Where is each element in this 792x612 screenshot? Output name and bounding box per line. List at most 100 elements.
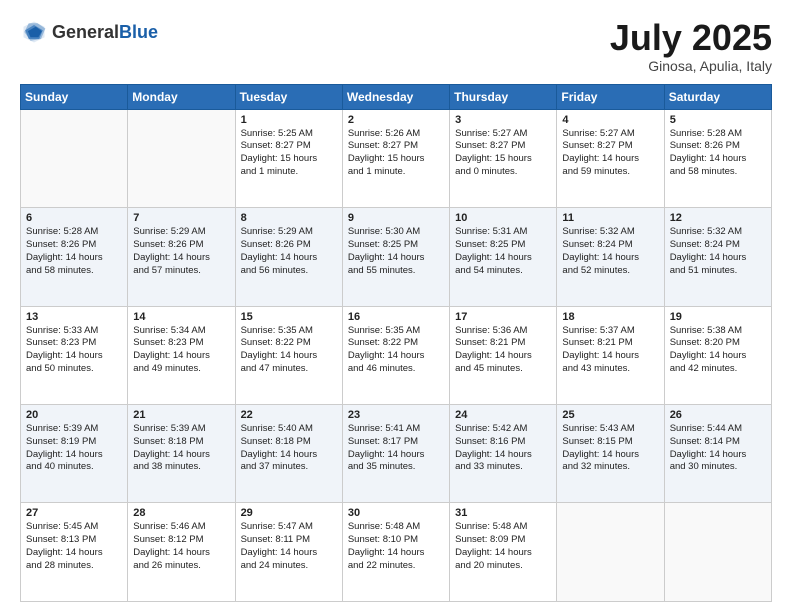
daylight-text: Daylight: 15 hours: [455, 153, 551, 166]
day-number: 18: [562, 311, 658, 323]
table-row: 20Sunrise: 5:39 AMSunset: 8:19 PMDayligh…: [21, 405, 128, 503]
daylight-text: Daylight: 14 hours: [670, 449, 766, 462]
daylight-text: Daylight: 14 hours: [455, 449, 551, 462]
day-number: 30: [348, 507, 444, 519]
table-row: 19Sunrise: 5:38 AMSunset: 8:20 PMDayligh…: [664, 306, 771, 404]
sunrise-text: Sunrise: 5:40 AM: [241, 423, 337, 436]
table-row: 21Sunrise: 5:39 AMSunset: 8:18 PMDayligh…: [128, 405, 235, 503]
calendar-week-row: 27 Sunrise: 5:45 AMSunset: 8:13 PM Dayligh…: [21, 503, 772, 602]
daylight-text: Daylight: 14 hours: [348, 449, 444, 462]
sunset-text: Sunset: 8:13 PM: [26, 534, 122, 547]
day-number: 7: [133, 212, 229, 224]
sunset-text: Sunset: 8:20 PM: [670, 337, 766, 350]
day-number: 16: [348, 311, 444, 323]
day-number: 19: [670, 311, 766, 323]
calendar-week-row: 20Sunrise: 5:39 AMSunset: 8:19 PMDayligh…: [21, 405, 772, 503]
table-row: 22Sunrise: 5:40 AMSunset: 8:18 PMDayligh…: [235, 405, 342, 503]
daylight-text-2: and 47 minutes.: [241, 363, 337, 376]
logo: GeneralBlue: [20, 18, 158, 46]
day-number: 20: [26, 409, 122, 421]
day-number: 2: [348, 114, 444, 126]
sunset-text: Sunset: 8:26 PM: [133, 239, 229, 252]
daylight-text: Daylight: 15 hours: [241, 153, 337, 166]
daylight-text-2: and 28 minutes.: [26, 560, 122, 573]
table-row: [21, 109, 128, 207]
page: GeneralBlue July 2025 Ginosa, Apulia, It…: [0, 0, 792, 612]
daylight-text: Daylight: 14 hours: [455, 252, 551, 265]
daylight-text-2: and 56 minutes.: [241, 265, 337, 278]
table-row: 24Sunrise: 5:42 AMSunset: 8:16 PMDayligh…: [450, 405, 557, 503]
sunset-text: Sunset: 8:15 PM: [562, 436, 658, 449]
table-row: 6Sunrise: 5:28 AMSunset: 8:26 PMDaylight…: [21, 208, 128, 306]
sunrise-text: Sunrise: 5:29 AM: [241, 226, 337, 239]
daylight-text-2: and 24 minutes.: [241, 560, 337, 573]
day-number: 26: [670, 409, 766, 421]
daylight-text: Daylight: 14 hours: [133, 547, 229, 560]
daylight-text-2: and 50 minutes.: [26, 363, 122, 376]
table-row: 30Sunrise: 5:48 AMSunset: 8:10 PMDayligh…: [342, 503, 449, 602]
daylight-text-2: and 58 minutes.: [26, 265, 122, 278]
daylight-text: Daylight: 14 hours: [455, 547, 551, 560]
daylight-text-2: and 42 minutes.: [670, 363, 766, 376]
col-monday: Monday: [128, 84, 235, 109]
daylight-text: Daylight: 14 hours: [562, 252, 658, 265]
sunset-text: Sunset: 8:26 PM: [26, 239, 122, 252]
daylight-text-2: and 59 minutes.: [562, 166, 658, 179]
sunset-text: Sunset: 8:22 PM: [348, 337, 444, 350]
day-number: 9: [348, 212, 444, 224]
table-row: 2Sunrise: 5:26 AMSunset: 8:27 PMDaylight…: [342, 109, 449, 207]
sunrise-text: Sunrise: 5:42 AM: [455, 423, 551, 436]
daylight-text: Daylight: 14 hours: [562, 350, 658, 363]
table-row: 25Sunrise: 5:43 AMSunset: 8:15 PMDayligh…: [557, 405, 664, 503]
logo-icon: [20, 18, 48, 46]
col-sunday: Sunday: [21, 84, 128, 109]
sunrise-text: Sunrise: 5:36 AM: [455, 325, 551, 338]
day-number: 8: [241, 212, 337, 224]
table-row: 16 Sunrise: 5:35 AMSunset: 8:22 PMDayligh…: [342, 306, 449, 404]
sunrise-text: Sunrise: 5:37 AM: [562, 325, 658, 338]
sunset-text: Sunset: 8:18 PM: [133, 436, 229, 449]
sunrise-text: Sunrise: 5:31 AM: [455, 226, 551, 239]
daylight-text: Daylight: 14 hours: [670, 252, 766, 265]
sunset-text: Sunset: 8:26 PM: [241, 239, 337, 252]
daylight-text-2: and 35 minutes.: [348, 461, 444, 474]
sunset-text: Sunset: 8:27 PM: [562, 140, 658, 153]
day-number: 29: [241, 507, 337, 519]
col-wednesday: Wednesday: [342, 84, 449, 109]
sunrise-text: Sunrise: 5:27 AM: [562, 128, 658, 141]
day-number: 27: [26, 507, 122, 519]
daylight-text-2: and 52 minutes.: [562, 265, 658, 278]
sunrise-text: Sunrise: 5:39 AM: [26, 423, 122, 436]
sunset-text: Sunset: 8:27 PM: [241, 140, 337, 153]
daylight-text-2: and 57 minutes.: [133, 265, 229, 278]
day-number: 15: [241, 311, 337, 323]
sunrise-text: Sunrise: 5:48 AM: [348, 521, 444, 534]
sunrise-text: Sunrise: 5:45 AM: [26, 521, 122, 534]
sunrise-text: Sunrise: 5:26 AM: [348, 128, 444, 141]
logo-blue-text: Blue: [119, 22, 158, 42]
sunset-text: Sunset: 8:21 PM: [562, 337, 658, 350]
day-number: 10: [455, 212, 551, 224]
day-number: 13: [26, 311, 122, 323]
day-number: 22: [241, 409, 337, 421]
table-row: 5Sunrise: 5:28 AMSunset: 8:26 PMDaylight…: [664, 109, 771, 207]
sunrise-text: Sunrise: 5:32 AM: [562, 226, 658, 239]
daylight-text: Daylight: 14 hours: [241, 252, 337, 265]
sunrise-text: Sunrise: 5:48 AM: [455, 521, 551, 534]
col-thursday: Thursday: [450, 84, 557, 109]
daylight-text-2: and 0 minutes.: [455, 166, 551, 179]
daylight-text-2: and 37 minutes.: [241, 461, 337, 474]
daylight-text: Daylight: 14 hours: [26, 449, 122, 462]
day-number: 24: [455, 409, 551, 421]
sunrise-text: Sunrise: 5:27 AM: [455, 128, 551, 141]
sunset-text: Sunset: 8:25 PM: [455, 239, 551, 252]
sunrise-text: Sunrise: 5:35 AM: [348, 325, 444, 338]
table-row: 1Sunrise: 5:25 AMSunset: 8:27 PMDaylight…: [235, 109, 342, 207]
table-row: 11Sunrise: 5:32 AMSunset: 8:24 PMDayligh…: [557, 208, 664, 306]
table-row: 13Sunrise: 5:33 AMSunset: 8:23 PMDayligh…: [21, 306, 128, 404]
daylight-text: Daylight: 14 hours: [348, 350, 444, 363]
col-saturday: Saturday: [664, 84, 771, 109]
sunset-text: Sunset: 8:09 PM: [455, 534, 551, 547]
daylight-text: Daylight: 14 hours: [455, 350, 551, 363]
table-row: 27Sunrise: 5:45 AMSunset: 8:13 PMDayligh…: [21, 503, 128, 602]
